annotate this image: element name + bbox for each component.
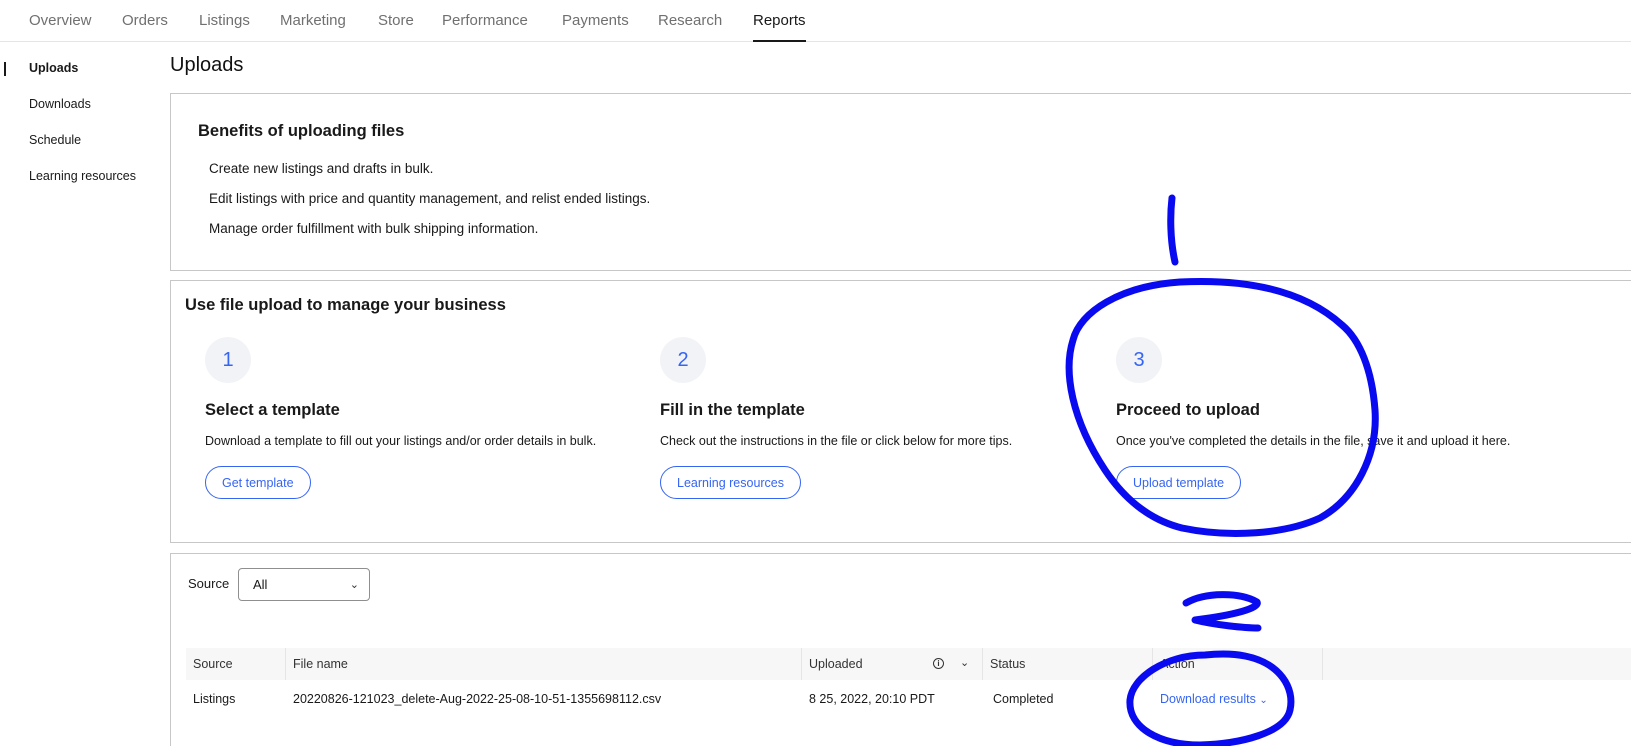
column-header-file-name: File name — [286, 648, 802, 680]
step-2: 2 Fill in the template Check out the ins… — [660, 337, 1080, 507]
tab-reports[interactable]: Reports — [753, 12, 806, 42]
tab-listings[interactable]: Listings — [199, 12, 250, 29]
sidebar-item-schedule[interactable]: Schedule — [29, 133, 81, 147]
source-filter-label: Source — [188, 576, 230, 591]
benefits-title: Benefits of uploading files — [198, 122, 405, 140]
table-header: Source File name Uploaded i ⌄ Status Act… — [186, 648, 1631, 680]
tab-marketing[interactable]: Marketing — [280, 12, 346, 29]
source-filter-select[interactable]: All ⌄ — [238, 568, 370, 601]
cell-status: Completed — [993, 692, 1054, 706]
benefit-line: Create new listings and drafts in bulk. — [209, 161, 434, 176]
chevron-down-icon: ⌄ — [1259, 695, 1268, 706]
benefit-line: Manage order fulfillment with bulk shipp… — [209, 221, 539, 236]
tab-overview[interactable]: Overview — [29, 12, 92, 29]
source-filter-value: All — [253, 577, 268, 592]
get-template-button[interactable]: Get template — [205, 466, 311, 499]
step-title: Proceed to upload — [1116, 401, 1260, 419]
tab-store[interactable]: Store — [378, 12, 414, 29]
learning-resources-button[interactable]: Learning resources — [660, 466, 802, 499]
benefits-card: Benefits of uploading files Create new l… — [170, 93, 1631, 271]
steps-card: Use file upload to manage your business … — [170, 280, 1631, 543]
steps-title: Use file upload to manage your business — [185, 296, 506, 314]
cell-source: Listings — [193, 692, 236, 706]
step-description: Download a template to fill out your lis… — [205, 434, 597, 448]
step-description: Once you've completed the details in the… — [1116, 434, 1511, 448]
tab-performance[interactable]: Performance — [442, 12, 528, 29]
info-icon[interactable]: i — [933, 658, 944, 669]
column-header-source: Source — [186, 648, 286, 680]
benefit-line: Edit listings with price and quantity ma… — [209, 191, 651, 206]
step-3: 3 Proceed to upload Once you've complete… — [1116, 337, 1536, 507]
step-number-badge: 3 — [1116, 337, 1162, 383]
step-title: Fill in the template — [660, 401, 805, 419]
column-header-uploaded[interactable]: Uploaded i ⌄ — [802, 648, 983, 680]
step-1: 1 Select a template Download a template … — [205, 337, 625, 507]
sidebar-active-indicator — [4, 62, 6, 76]
tab-orders[interactable]: Orders — [122, 12, 168, 29]
step-number-badge: 1 — [205, 337, 251, 383]
upload-template-button[interactable]: Upload template — [1116, 466, 1242, 499]
sidebar-item-downloads[interactable]: Downloads — [29, 97, 91, 111]
download-results-dropdown[interactable]: Download results ⌄ — [1160, 692, 1268, 706]
page-title: Uploads — [170, 54, 244, 76]
tab-payments[interactable]: Payments — [562, 12, 629, 29]
top-navigation: Overview Orders Listings Marketing Store… — [0, 0, 1631, 42]
cell-file-name: 20220826-121023_delete-Aug-2022-25-08-10… — [293, 692, 662, 706]
step-title: Select a template — [205, 401, 340, 419]
sort-chevron-icon[interactable]: ⌄ — [960, 656, 969, 669]
step-description: Check out the instructions in the file o… — [660, 434, 1013, 448]
sidebar-item-learning-resources[interactable]: Learning resources — [29, 169, 136, 183]
sidebar-item-uploads[interactable]: Uploads — [29, 61, 78, 75]
cell-uploaded: 8 25, 2022, 20:10 PDT — [809, 692, 935, 706]
uploads-table-card: Source All ⌄ Source File name Uploaded i… — [170, 553, 1631, 746]
chevron-down-icon: ⌄ — [349, 579, 359, 591]
step-number-badge: 2 — [660, 337, 706, 383]
column-header-status: Status — [983, 648, 1153, 680]
column-header-action: Action — [1153, 648, 1323, 680]
tab-research[interactable]: Research — [658, 12, 722, 29]
